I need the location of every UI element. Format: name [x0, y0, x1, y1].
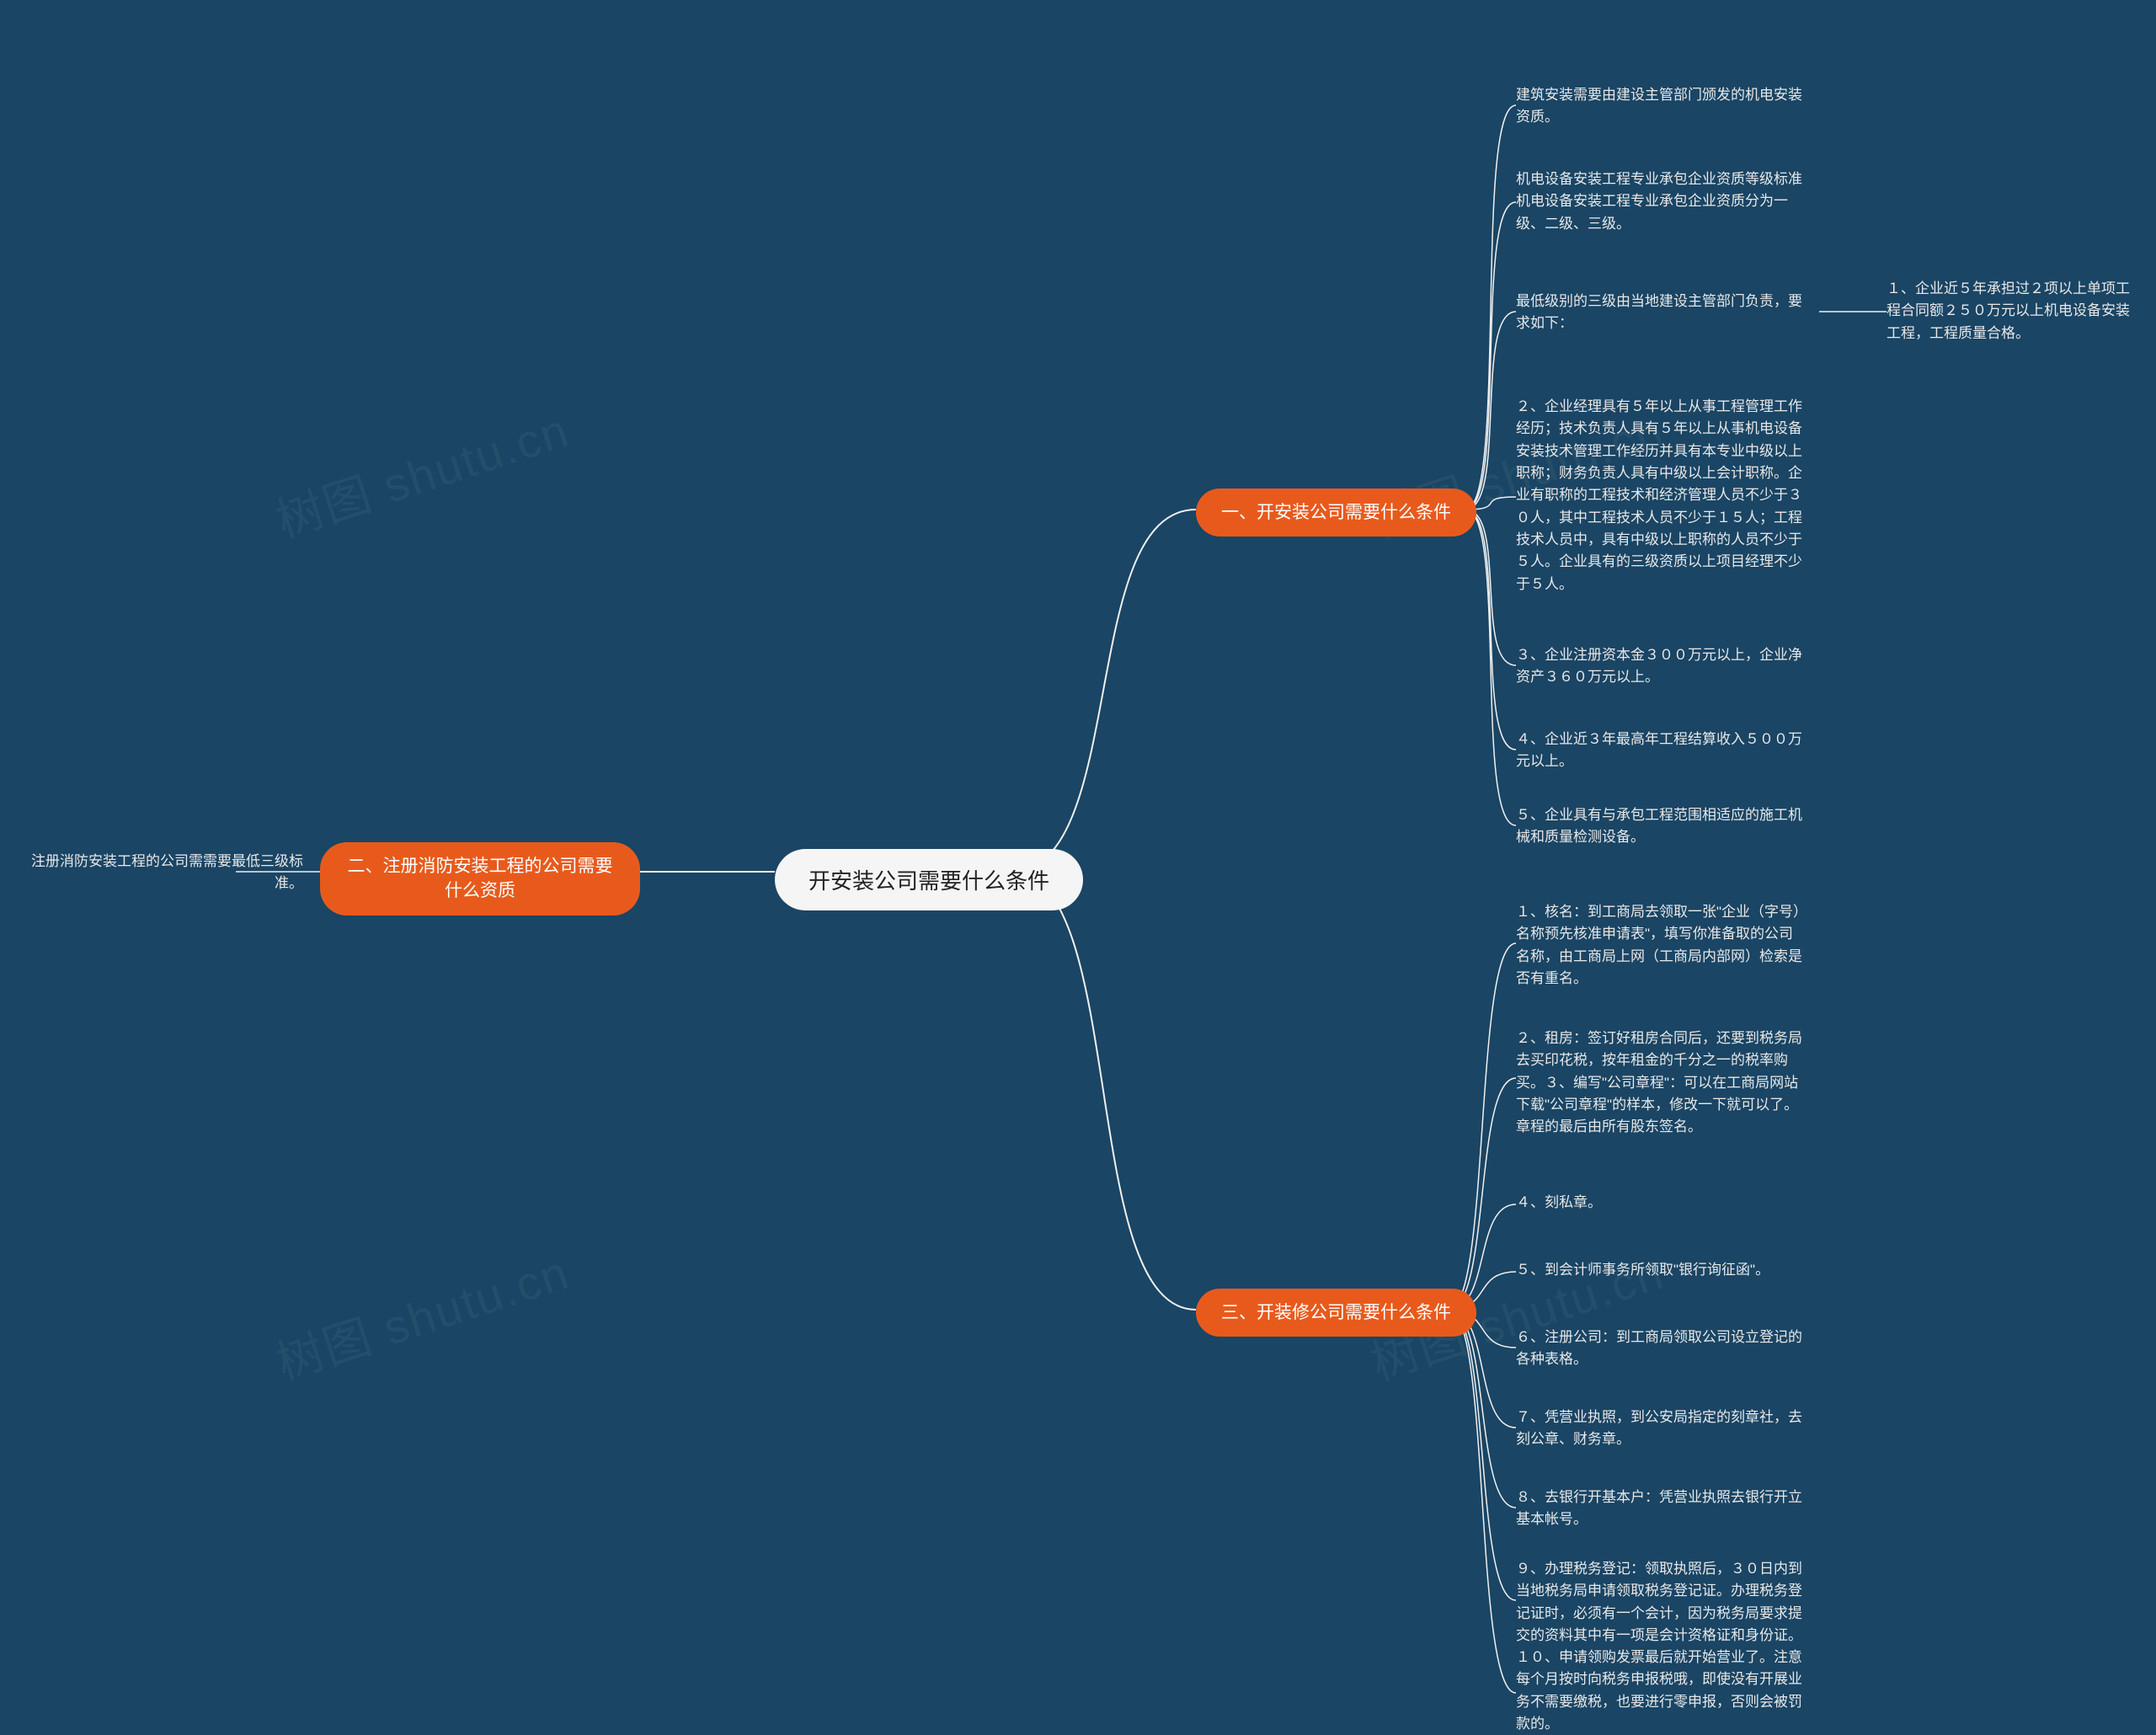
- branch-1[interactable]: 一、开安装公司需要什么条件: [1196, 488, 1476, 537]
- leaf-b1-3-1: １、企业近５年承担过２项以上单项工程合同额２５０万元以上机电设备安装工程，工程质…: [1886, 278, 2139, 344]
- leaf-b1-5: ３、企业注册资本金３００万元以上，企业净资产３６０万元以上。: [1516, 644, 1802, 689]
- leaf-b3-7: ８、去银行开基本户：凭营业执照去银行开立基本帐号。: [1516, 1487, 1802, 1531]
- leaf-b1-4: ２、企业经理具有５年以上从事工程管理工作经历；技术负责人具有５年以上从事机电设备…: [1516, 396, 1802, 595]
- leaf-b1-7: ５、企业具有与承包工程范围相适应的施工机械和质量检测设备。: [1516, 804, 1802, 849]
- leaf-b3-2: ２、租房：签订好租房合同后，还要到税务局去买印花税，按年租金的千分之一的税率购买…: [1516, 1028, 1802, 1139]
- leaf-b1-6: ４、企业近３年最高年工程结算收入５００万元以上。: [1516, 729, 1802, 773]
- watermark: 树图 shutu.cn: [266, 392, 577, 552]
- root-node[interactable]: 开安装公司需要什么条件: [775, 849, 1083, 910]
- leaf-b1-1: 建筑安装需要由建设主管部门颁发的机电安装资质。: [1516, 84, 1802, 129]
- branch-2[interactable]: 二、注册消防安装工程的公司需要什么资质: [320, 842, 640, 916]
- leaf-b1-3: 最低级别的三级由当地建设主管部门负责，要求如下：: [1516, 291, 1802, 335]
- leaf-b3-1: １、核名：到工商局去领取一张"企业（字号）名称预先核准申请表"，填写你准备取的公…: [1516, 901, 1802, 990]
- leaf-b1-2: 机电设备安装工程专业承包企业资质等级标准机电设备安装工程专业承包企业资质分为一级…: [1516, 168, 1802, 235]
- leaf-b3-8: ９、办理税务登记：领取执照后，３０日内到当地税务局申请领取税务登记证。办理税务登…: [1516, 1558, 1802, 1647]
- leaf-b2-1: 注册消防安装工程的公司需需要最低三级标准。: [17, 851, 303, 895]
- leaf-b3-6: ７、凭营业执照，到公安局指定的刻章社，去刻公章、财务章。: [1516, 1407, 1802, 1451]
- leaf-b3-4: ５、到会计师事务所领取"银行询征函"。: [1516, 1259, 1769, 1281]
- leaf-b3-3: ４、刻私章。: [1516, 1192, 1602, 1214]
- branch-3[interactable]: 三、开装修公司需要什么条件: [1196, 1289, 1476, 1337]
- leaf-b3-5: ６、注册公司：到工商局领取公司设立登记的各种表格。: [1516, 1327, 1802, 1371]
- watermark: 树图 shutu.cn: [266, 1235, 577, 1394]
- leaf-b3-9: １０、申请领购发票最后就开始营业了。注意每个月按时向税务申报税哦，即使没有开展业…: [1516, 1647, 1802, 1735]
